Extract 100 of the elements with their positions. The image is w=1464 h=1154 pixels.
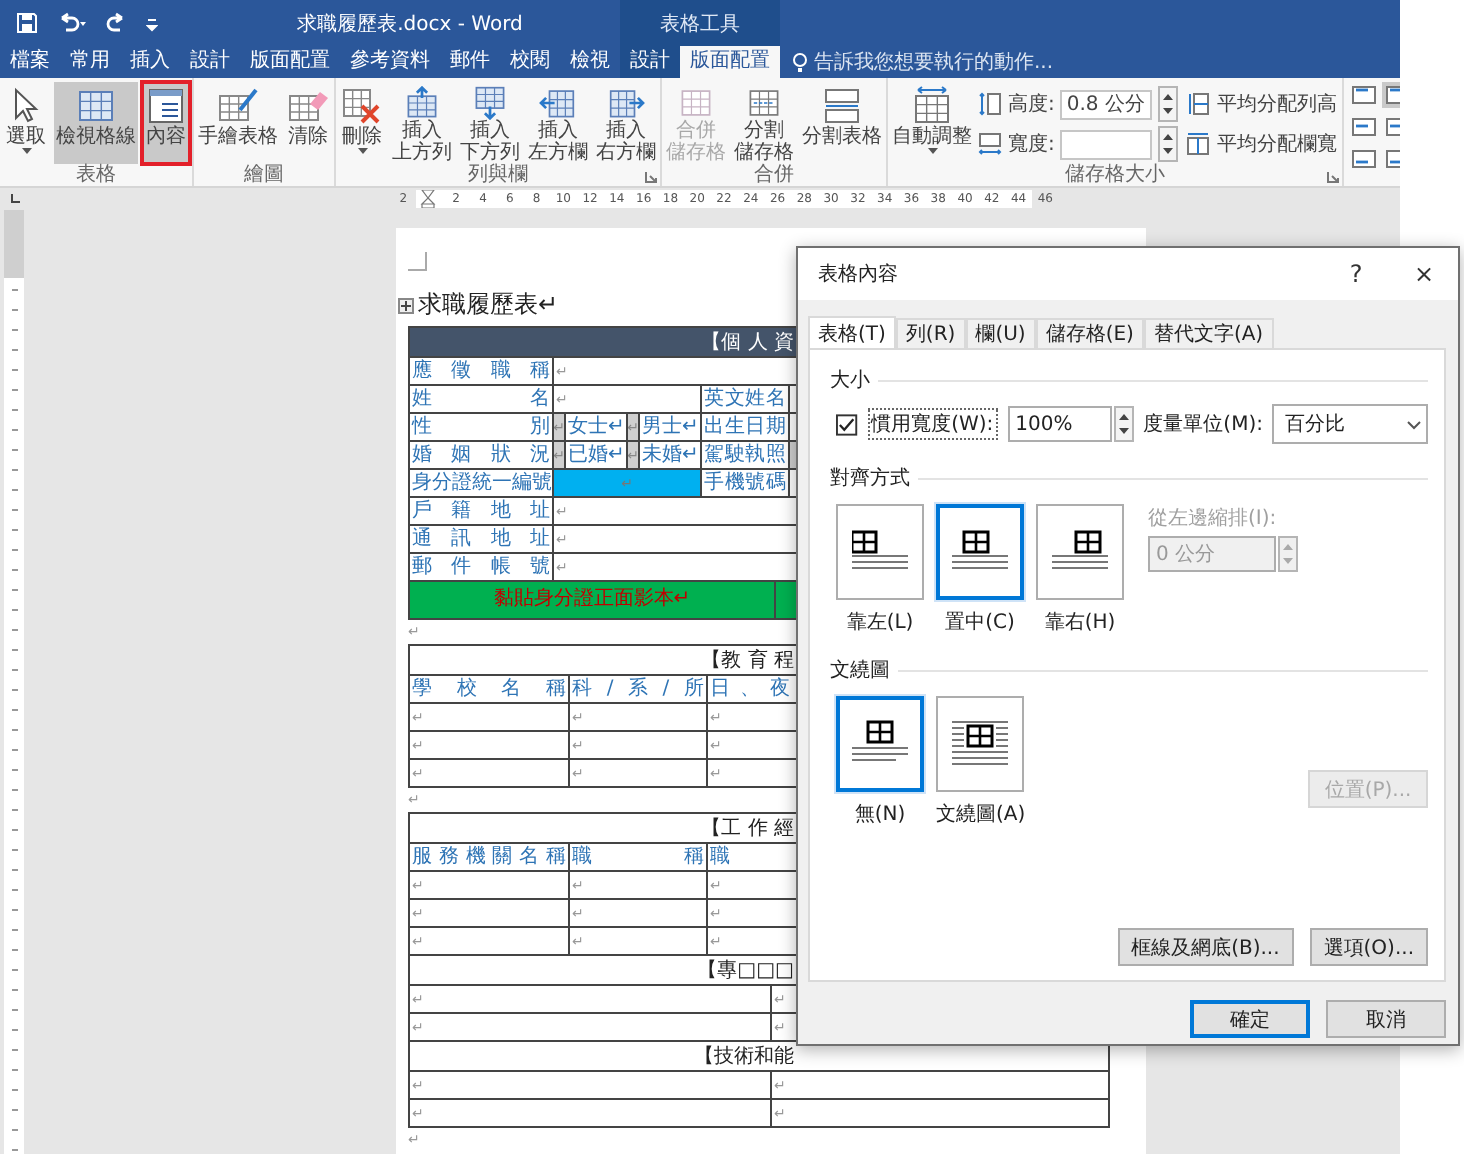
save-icon[interactable] <box>16 12 38 34</box>
ribbon-button[interactable]: 清除 <box>284 82 332 164</box>
table-cell: 駕駛執照 <box>702 442 790 470</box>
ribbon-tab[interactable]: 插入 <box>120 46 180 78</box>
close-button[interactable]: × <box>1390 248 1458 300</box>
ribbon-tab[interactable]: 設計 <box>620 46 680 78</box>
align-center-icon <box>952 530 1008 574</box>
group-label: 繪圖 <box>244 164 284 186</box>
ribbon-button[interactable]: 自動調整 <box>890 82 974 164</box>
ribbon-button[interactable]: 選取 <box>2 82 50 164</box>
group-label: 列與欄 <box>468 164 528 186</box>
ribbon-button[interactable]: 分割表格 <box>800 82 884 164</box>
ribbon-tab[interactable]: 校閱 <box>500 46 560 78</box>
tab-selector-icon[interactable] <box>8 192 22 206</box>
ribbon-tab[interactable]: 郵件 <box>440 46 500 78</box>
eraser-icon <box>286 86 330 126</box>
width-field[interactable] <box>1060 129 1153 159</box>
spinner-icon[interactable] <box>1158 126 1179 162</box>
ribbon-button[interactable]: 插入 左方欄 <box>526 82 590 164</box>
ribbon-tab[interactable]: 檔案 <box>0 46 60 78</box>
table-cell: 婚姻狀況 <box>410 442 554 470</box>
ribbon-tab[interactable]: 版面配置 <box>240 46 340 78</box>
document-title: 求職履歷表↵ <box>418 288 559 322</box>
ribbon-button[interactable]: 內容 <box>142 82 190 164</box>
distribute-rows-button[interactable]: 平均分配列高 <box>1182 88 1341 120</box>
table-cell: 學校名稱 <box>410 676 570 704</box>
lightbulb-icon <box>792 51 808 73</box>
cell-alignment-button[interactable] <box>1348 146 1379 172</box>
ribbon-button[interactable]: 插入 上方列 <box>390 82 454 164</box>
ribbon-tab[interactable]: 版面配置 <box>680 46 780 78</box>
table-cell: 英文姓名 <box>702 386 790 414</box>
group-label: 儲存格大小 <box>1065 164 1166 186</box>
dialog-tab[interactable]: 表格(T) <box>808 316 896 348</box>
dialog-title: 表格內容 <box>818 261 900 288</box>
table-cell: 通訊地址 <box>410 526 554 554</box>
ribbon-tab[interactable]: 檢視 <box>560 46 620 78</box>
ribbon-button[interactable]: 刪除 <box>338 82 386 164</box>
height-field[interactable]: 0.8 公分 <box>1060 89 1153 119</box>
dialog-button[interactable]: 選項(O)... <box>1309 928 1428 966</box>
cell-alignment-button[interactable] <box>1348 114 1379 140</box>
ribbon-tab[interactable]: 參考資料 <box>340 46 440 78</box>
cell-alignment-button[interactable] <box>1348 82 1379 108</box>
checkbox[interactable] <box>836 413 858 435</box>
alignment-option[interactable] <box>836 504 924 600</box>
ribbon-tab[interactable]: 常用 <box>60 46 120 78</box>
text-wrapping-option[interactable] <box>836 696 924 792</box>
width-value-field[interactable]: 100% <box>1007 406 1112 442</box>
section-header: 【技術和能 <box>410 1042 1110 1072</box>
insert-column-left-icon <box>536 86 580 120</box>
delete-table-icon <box>340 86 384 126</box>
alignment-option[interactable] <box>1036 504 1124 600</box>
help-button[interactable]: ? <box>1322 248 1390 300</box>
table-cell: 手機號碼 <box>702 470 790 498</box>
ribbon-button[interactable]: 分割 儲存格 <box>732 82 796 164</box>
unit-select[interactable]: 百分比 <box>1272 404 1428 444</box>
align-left-icon <box>852 530 908 574</box>
dialog-tab[interactable]: 替代文字(A) <box>1143 318 1274 348</box>
spinner-icon[interactable] <box>1113 406 1134 442</box>
ribbon-button[interactable]: 檢視格線 <box>54 82 138 164</box>
option-label: 靠右(H) <box>1044 609 1116 636</box>
table-cell: 性別 <box>410 414 554 442</box>
dialog-button[interactable]: 框線及網底(B)... <box>1117 928 1294 966</box>
ribbon-tab[interactable]: 設計 <box>180 46 240 78</box>
table-cell: 出生日期 <box>702 414 790 442</box>
draw-table-icon <box>216 86 260 126</box>
checkbox-label: 慣用寬度(W): <box>867 408 998 440</box>
table-cell: 科/系/所 <box>570 676 708 704</box>
section-heading: 對齊方式 <box>830 465 910 492</box>
unit-label: 度量單位(M): <box>1143 411 1263 438</box>
undo-icon[interactable] <box>56 12 88 34</box>
customize-icon[interactable] <box>146 15 158 31</box>
option-label: 置中(C) <box>945 609 1015 636</box>
ok-button[interactable]: 確定 <box>1190 1000 1310 1038</box>
page-corner-mark <box>408 252 428 272</box>
dialog-tab[interactable]: 列(R) <box>895 318 966 348</box>
redo-icon[interactable] <box>106 12 128 34</box>
ribbon-button[interactable]: 插入 下方列 <box>458 82 522 164</box>
cancel-button[interactable]: 取消 <box>1326 1000 1446 1038</box>
dialog-launcher-icon[interactable] <box>1326 169 1341 183</box>
table-move-handle-icon[interactable] <box>398 297 414 313</box>
dialog-tab[interactable]: 儲存格(E) <box>1035 318 1144 348</box>
width-label: 寬度: <box>1008 131 1055 158</box>
table-cell: 黏貼身分證正面影本↵ <box>410 582 776 620</box>
spinner-icon[interactable] <box>1158 86 1179 122</box>
caret-icon <box>927 148 937 154</box>
ribbon-button[interactable]: 手繪表格 <box>196 82 280 164</box>
tell-me-field[interactable]: 告訴我您想要執行的動作... <box>814 48 1194 76</box>
table-cell: 應徵職稱 <box>410 358 554 386</box>
table-cell: 戶籍地址 <box>410 498 554 526</box>
table-cell: 男士↵ <box>640 414 702 442</box>
dialog-launcher-icon[interactable] <box>644 169 658 183</box>
ribbon-button[interactable]: 插入 右方欄 <box>594 82 658 164</box>
distribute-columns-button[interactable]: 平均分配欄寬 <box>1182 128 1341 160</box>
alignment-option[interactable] <box>936 504 1024 600</box>
split-table-icon <box>820 86 864 126</box>
text-wrapping-option[interactable] <box>936 696 1025 792</box>
table-cell: 身分證統一編號 <box>410 470 554 498</box>
dialog-tab[interactable]: 欄(U) <box>965 318 1036 348</box>
group-label: 表格 <box>76 164 116 186</box>
table-cell: 姓名 <box>410 386 554 414</box>
